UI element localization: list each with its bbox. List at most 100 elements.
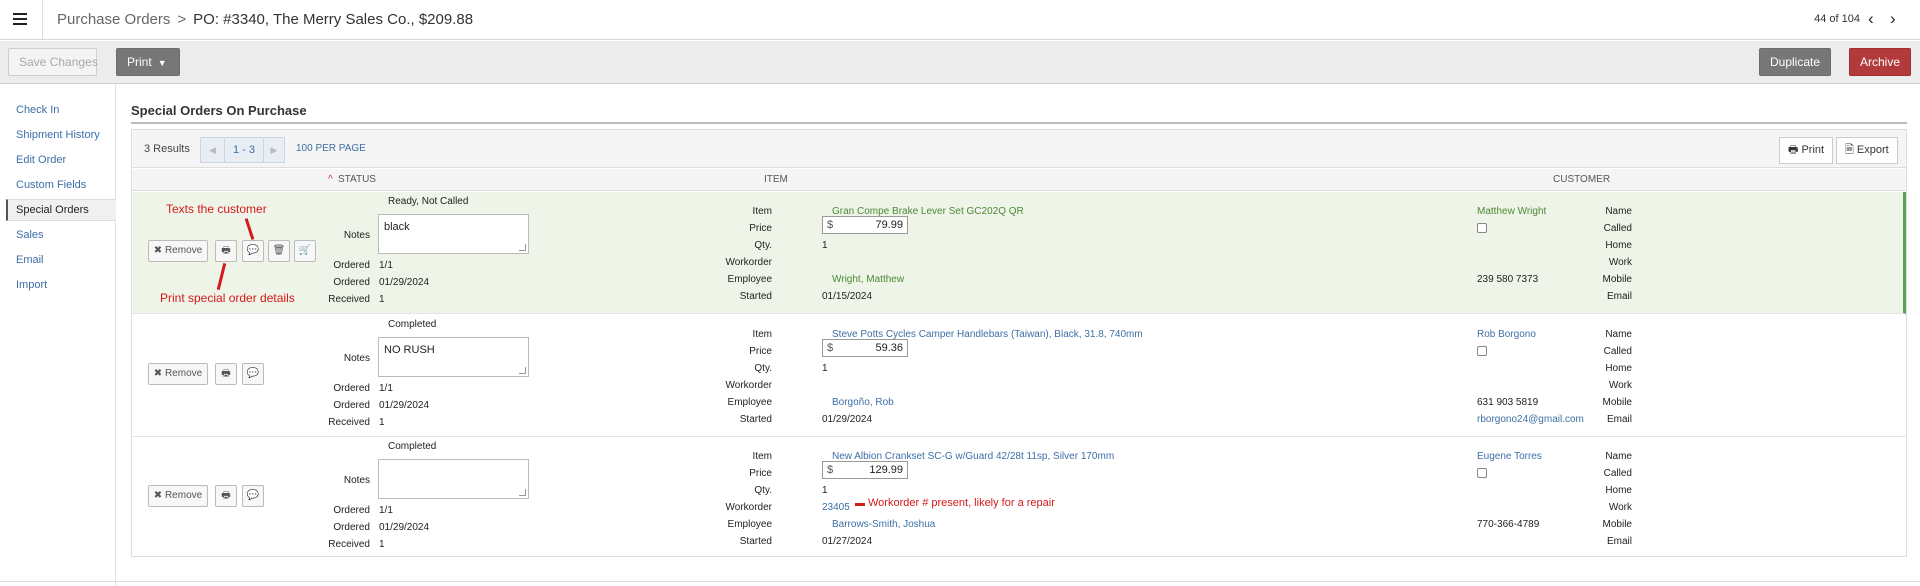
called-checkbox[interactable] (1477, 223, 1487, 233)
printer-icon: 🖶 (1788, 144, 1799, 156)
ordered-label: Ordered (333, 505, 370, 516)
item-label: Item (752, 451, 772, 462)
trash-icon: 🗑 (272, 245, 286, 256)
remove-button[interactable]: ✖ Remove (148, 485, 208, 507)
notes-label: Notes (343, 353, 370, 364)
home-label: Home (1605, 363, 1632, 374)
delete-button[interactable]: 🗑 (268, 240, 290, 262)
received-label: Received (328, 294, 370, 305)
prev-page-icon[interactable]: ◀ (200, 137, 225, 163)
employee-link[interactable]: Borgoño, Rob (832, 397, 894, 408)
called-checkbox[interactable] (1477, 346, 1487, 356)
qty-value: 1 (822, 240, 828, 251)
notes-field[interactable]: NO RUSH (378, 337, 529, 377)
work-label: Work (1608, 257, 1632, 268)
page-title: PO: #3340, The Merry Sales Co., $209.88 (193, 11, 474, 28)
per-page-selector[interactable]: 100 PER PAGE (296, 143, 366, 154)
export-button[interactable]: 🗎 Export (1836, 137, 1898, 164)
notes-field[interactable]: black (378, 214, 529, 254)
print-menu-button[interactable]: Print ▼ (116, 48, 180, 76)
called-label: Called (1603, 223, 1632, 234)
qty-label: Qty. (754, 485, 772, 496)
customer-name-link[interactable]: Matthew Wright (1477, 206, 1546, 217)
sidebar-item-special-orders[interactable]: Special Orders (6, 199, 116, 221)
notes-label: Notes (343, 230, 370, 241)
customer-name-link[interactable]: Rob Borgono (1477, 329, 1536, 340)
text-customer-button[interactable]: 💬 (242, 363, 264, 385)
qty-value: 1 (822, 363, 828, 374)
next-page-icon[interactable]: ▶ (263, 137, 285, 163)
price-value: 79.99 (875, 219, 903, 231)
received-value: 1 (379, 417, 385, 428)
called-label: Called (1603, 468, 1632, 479)
price-value: 129.99 (869, 464, 903, 476)
page-range[interactable]: 1 - 3 (224, 137, 264, 163)
save-changes-button[interactable]: Save Changes (8, 48, 98, 76)
next-record-icon[interactable]: › (1890, 10, 1896, 27)
print-order-button[interactable]: 🖶 (215, 485, 237, 507)
called-checkbox[interactable] (1477, 468, 1487, 478)
sidebar-item-check-in[interactable]: Check In (6, 100, 116, 122)
status-text: Completed (388, 441, 437, 452)
employee-label: Employee (727, 274, 772, 285)
email-link[interactable]: rborgono24@gmail.com (1477, 414, 1584, 425)
price-value: 59.36 (875, 342, 903, 354)
ordered-date-label: Ordered (333, 400, 370, 411)
price-label: Price (749, 468, 772, 479)
remove-button[interactable]: ✖ Remove (148, 363, 208, 385)
status-text: Completed (388, 319, 437, 330)
column-customer[interactable]: CUSTOMER (1553, 174, 1610, 185)
text-customer-button[interactable]: 💬 (242, 240, 264, 262)
employee-link[interactable]: Wright, Matthew (832, 274, 904, 285)
workorder-label: Workorder (725, 502, 773, 513)
price-field[interactable]: $59.36 (822, 339, 908, 357)
email-label: Email (1606, 536, 1632, 547)
sidebar-item-email[interactable]: Email (6, 250, 116, 272)
archive-button[interactable]: Archive (1849, 48, 1911, 76)
remove-button[interactable]: ✖ Remove (148, 240, 208, 262)
speech-bubble-icon: 💬 (246, 490, 260, 501)
print-order-button[interactable]: 🖶 (215, 363, 237, 385)
customer-name-link[interactable]: Eugene Torres (1477, 451, 1542, 462)
employee-label: Employee (727, 397, 772, 408)
employee-link[interactable]: Barrows-Smith, Joshua (832, 519, 935, 530)
cart-icon: 🛒 (298, 245, 312, 256)
text-customer-button[interactable]: 💬 (242, 485, 264, 507)
workorder-link[interactable]: 23405 (822, 502, 850, 513)
sidebar-item-sales[interactable]: Sales (6, 225, 116, 247)
sort-asc-icon[interactable]: ^ (328, 174, 333, 185)
column-status[interactable]: STATUS (338, 174, 376, 185)
record-position: 44 of 104 (1814, 13, 1860, 25)
ordered-qty: 1/1 (379, 260, 393, 271)
sidebar-item-import[interactable]: Import (6, 275, 116, 297)
started-value: 01/29/2024 (822, 414, 873, 425)
top-divider (42, 0, 43, 40)
column-item[interactable]: ITEM (764, 174, 788, 185)
menu-icon[interactable] (13, 13, 27, 25)
duplicate-button[interactable]: Duplicate (1759, 48, 1831, 76)
top-bar: Purchase Orders > PO: #3340, The Merry Sal… (0, 0, 1920, 40)
table-row: ✖ Remove 🖶 💬 Completed Notes NO RUSH Ord… (132, 315, 1906, 437)
add-to-cart-button[interactable]: 🛒 (294, 240, 316, 262)
started-label: Started (739, 291, 772, 302)
sidebar-item-edit-order[interactable]: Edit Order (6, 150, 116, 172)
breadcrumb-purchase-orders[interactable]: Purchase Orders (57, 11, 170, 28)
notes-field[interactable] (378, 459, 529, 499)
sidebar: Check In Shipment History Edit Order Cus… (0, 84, 116, 586)
print-order-button[interactable]: 🖶 (215, 240, 237, 262)
chevron-down-icon: ▼ (157, 58, 167, 68)
price-field[interactable]: $129.99 (822, 461, 908, 479)
qty-value: 1 (822, 485, 828, 496)
workorder-label: Workorder (725, 257, 773, 268)
breadcrumb-separator: > (177, 11, 187, 28)
price-field[interactable]: $79.99 (822, 216, 908, 234)
previous-record-icon[interactable]: ‹ (1868, 10, 1874, 27)
mobile-value: 239 580 7373 (1477, 274, 1539, 285)
received-value: 1 (379, 294, 385, 305)
home-label: Home (1605, 240, 1632, 251)
sidebar-item-shipment-history[interactable]: Shipment History (6, 125, 116, 147)
ordered-date: 01/29/2024 (379, 522, 430, 533)
started-label: Started (739, 536, 772, 547)
sidebar-item-custom-fields[interactable]: Custom Fields (6, 175, 116, 197)
print-list-button[interactable]: 🖶 Print (1779, 137, 1834, 164)
